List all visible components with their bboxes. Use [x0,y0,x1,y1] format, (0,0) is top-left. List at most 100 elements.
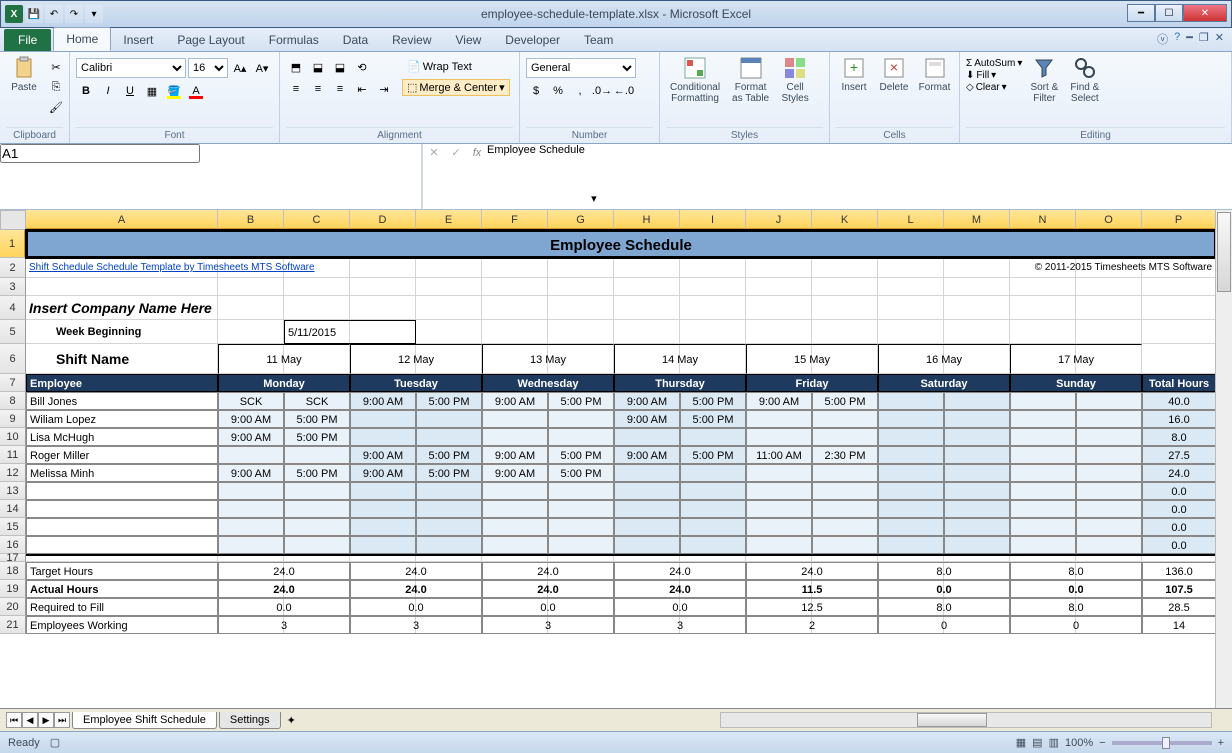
emp-0-c10[interactable] [878,392,944,410]
expand-formula-icon[interactable]: ▾ [585,144,603,210]
col-header-M[interactable]: M [944,210,1010,230]
emp-2-c4[interactable] [482,428,548,446]
row-header-18[interactable]: 18 [0,562,26,580]
cell-bg[interactable] [1010,320,1076,344]
emp-8-c13[interactable] [1076,536,1142,554]
emp-5-c11[interactable] [944,482,1010,500]
emp-5-c3[interactable] [416,482,482,500]
cell-bg[interactable] [812,296,878,320]
cell-bg[interactable] [680,258,746,278]
sum-3-d3[interactable]: 3 [614,616,746,634]
cell-bg[interactable] [614,296,680,320]
zoom-thumb[interactable] [1162,737,1170,749]
cancel-formula-icon[interactable]: ✕ [423,144,445,210]
emp-1-c10[interactable] [878,410,944,428]
cell-bg[interactable] [26,278,218,296]
emp-6-c7[interactable] [680,500,746,518]
align-right-icon[interactable]: ≡ [330,80,350,98]
sum-2-d2[interactable]: 0.0 [482,598,614,616]
orientation-icon[interactable]: ⟲ [352,58,372,76]
tab-nav-first-icon[interactable]: ⏮ [6,712,22,728]
sum-0-d3[interactable]: 24.0 [614,562,746,580]
emp-7-c6[interactable] [614,518,680,536]
tab-insert[interactable]: Insert [111,29,165,51]
cell-bg[interactable] [1010,296,1076,320]
cell-bg[interactable] [812,320,878,344]
sum-3-d0[interactable]: 3 [218,616,350,634]
col-header-A[interactable]: A [26,210,218,230]
hdr-employee[interactable]: Employee [26,374,218,392]
col-header-B[interactable]: B [218,210,284,230]
sum-0-d4[interactable]: 24.0 [746,562,878,580]
tab-nav-prev-icon[interactable]: ◀ [22,712,38,728]
cell-bg[interactable] [746,258,812,278]
zoom-out-icon[interactable]: − [1099,737,1105,749]
name-box[interactable] [0,144,200,163]
emp-total-1[interactable]: 16.0 [1142,410,1216,428]
emp-1-c1[interactable]: 5:00 PM [284,410,350,428]
font-color-icon[interactable]: A [186,82,206,100]
copy-icon[interactable]: ⎘ [46,78,66,96]
emp-4-c5[interactable]: 5:00 PM [548,464,614,482]
cell-bg[interactable] [680,320,746,344]
emp-0-c13[interactable] [1076,392,1142,410]
emp-8-c3[interactable] [416,536,482,554]
col-header-J[interactable]: J [746,210,812,230]
cell-bg[interactable] [548,296,614,320]
emp-8-c7[interactable] [680,536,746,554]
view-normal-icon[interactable]: ▦ [1016,736,1026,749]
emp-3-c12[interactable] [1010,446,1076,464]
cell-bg[interactable] [548,320,614,344]
vscroll-thumb[interactable] [1217,212,1231,292]
col-header-D[interactable]: D [350,210,416,230]
cell-bg[interactable] [1142,278,1216,296]
increase-decimal-icon[interactable]: .0→ [592,82,612,100]
emp-name-7[interactable] [26,518,218,536]
attribution-link[interactable]: Shift Schedule Schedule Template by Time… [26,258,548,278]
emp-0-c8[interactable]: 9:00 AM [746,392,812,410]
emp-0-c7[interactable]: 5:00 PM [680,392,746,410]
hscroll-thumb[interactable] [917,713,987,727]
emp-4-c8[interactable] [746,464,812,482]
col-header-F[interactable]: F [482,210,548,230]
qat-dropdown-icon[interactable]: ▾ [85,5,103,23]
week-label[interactable]: Week Beginning [26,320,284,344]
company-name[interactable]: Insert Company Name Here [26,296,482,320]
cell-bg[interactable] [812,258,878,278]
emp-5-c12[interactable] [1010,482,1076,500]
emp-2-c3[interactable] [416,428,482,446]
sum-1-d3[interactable]: 24.0 [614,580,746,598]
align-middle-icon[interactable]: ⬓ [308,58,328,76]
horizontal-scrollbar[interactable] [720,712,1212,728]
view-page-layout-icon[interactable]: ▤ [1032,736,1042,749]
emp-1-c11[interactable] [944,410,1010,428]
emp-6-c12[interactable] [1010,500,1076,518]
font-size-select[interactable]: 16 [188,58,228,78]
emp-8-c4[interactable] [482,536,548,554]
emp-0-c2[interactable]: 9:00 AM [350,392,416,410]
emp-total-5[interactable]: 0.0 [1142,482,1216,500]
date-1[interactable]: 12 May [350,344,482,374]
zoom-in-icon[interactable]: + [1218,737,1224,749]
date-4[interactable]: 15 May [746,344,878,374]
row-header-5[interactable]: 5 [0,320,26,344]
cell-bg[interactable] [944,296,1010,320]
increase-font-icon[interactable]: A▴ [230,59,250,77]
border-icon[interactable]: ▦ [142,82,162,100]
sum-0-d2[interactable]: 24.0 [482,562,614,580]
worksheet-area[interactable]: ABCDEFGHIJKLMNOP 12345678910111213141516… [0,210,1232,708]
cell-bg[interactable] [746,278,812,296]
bold-icon[interactable]: B [76,82,96,100]
conditional-formatting-button[interactable]: Conditional Formatting [666,54,724,127]
emp-total-6[interactable]: 0.0 [1142,500,1216,518]
cell-bg[interactable] [812,278,878,296]
maximize-button[interactable]: ☐ [1155,4,1183,22]
emp-4-c1[interactable]: 5:00 PM [284,464,350,482]
emp-5-c8[interactable] [746,482,812,500]
row-headers[interactable]: 123456789101112131415161718192021 [0,230,26,634]
sum-label-2[interactable]: Required to Fill [26,598,218,616]
macro-record-icon[interactable]: ▢ [50,736,60,749]
emp-6-c6[interactable] [614,500,680,518]
emp-total-7[interactable]: 0.0 [1142,518,1216,536]
emp-0-c1[interactable]: SCK [284,392,350,410]
